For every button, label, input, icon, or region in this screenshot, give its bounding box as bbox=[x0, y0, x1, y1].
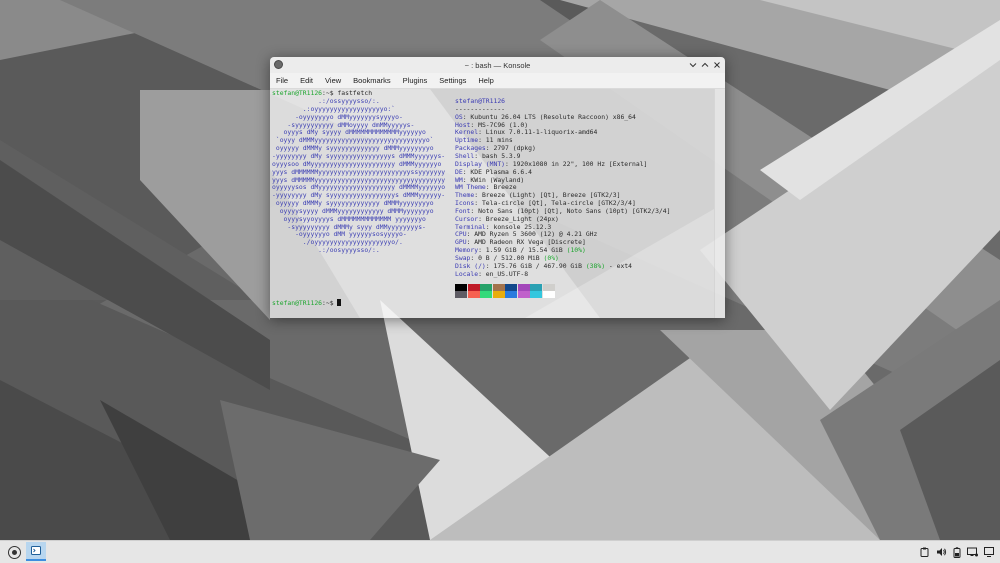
info-key: GPU bbox=[455, 238, 467, 247]
terminal-scrollbar[interactable] bbox=[714, 89, 725, 318]
info-key: Theme bbox=[455, 191, 475, 200]
info-key: Terminal bbox=[455, 222, 486, 231]
color-swatch bbox=[517, 291, 530, 298]
info-key: Font bbox=[455, 206, 471, 215]
color-swatch bbox=[455, 284, 467, 291]
prompt-user: stefan@TR1126 bbox=[272, 89, 323, 97]
info-key: Swap bbox=[455, 254, 471, 262]
close-icon[interactable] bbox=[711, 59, 723, 71]
info-key: Kernel bbox=[455, 128, 479, 137]
menu-bar: File Edit View Bookmarks Plugins Settings Help bbox=[270, 73, 725, 89]
text-cursor bbox=[337, 299, 342, 306]
color-swatch bbox=[467, 284, 480, 291]
info-value: 1920x1080 in 22", 100 Hz [External] bbox=[512, 159, 648, 168]
color-swatch bbox=[530, 291, 542, 298]
info-value: 0 B / 512.00 MiB bbox=[478, 254, 544, 262]
info-percent: (0%) bbox=[543, 254, 559, 262]
info-value: Linux 7.0.11-1-liquorix-amd64 bbox=[485, 128, 598, 137]
info-key: DE bbox=[455, 167, 463, 176]
menu-file[interactable]: File bbox=[270, 76, 294, 85]
prompt-path: :~$ bbox=[322, 299, 338, 307]
color-swatch bbox=[480, 291, 492, 298]
terminal-view[interactable]: stefan@TR1126:~$ fastfetch .:/ossyyyysso… bbox=[270, 89, 714, 318]
info-value: Breeze bbox=[493, 183, 517, 192]
menu-edit[interactable]: Edit bbox=[294, 76, 319, 85]
clipboard-icon[interactable] bbox=[918, 546, 930, 558]
konsole-window[interactable]: ~ : bash — Konsole File Edit View Bookmarks… bbox=[270, 57, 725, 318]
menu-bookmarks[interactable]: Bookmarks bbox=[347, 76, 397, 85]
info-key: Memory bbox=[455, 246, 479, 255]
color-swatch bbox=[492, 284, 505, 291]
color-swatch bbox=[455, 291, 467, 298]
info-key: Cursor bbox=[455, 214, 479, 223]
info-percent: (38%) bbox=[585, 261, 606, 270]
info-value: 11 mins bbox=[485, 136, 513, 145]
info-key: Packages bbox=[455, 144, 486, 153]
info-value: 175.76 GiB / 467.90 GiB bbox=[493, 261, 586, 270]
info-key: Disk (/) bbox=[455, 261, 486, 270]
show-desktop-icon[interactable] bbox=[983, 546, 995, 558]
color-swatch bbox=[505, 291, 517, 298]
menu-view[interactable]: View bbox=[319, 76, 347, 85]
menu-help[interactable]: Help bbox=[472, 76, 499, 85]
info-key: Display (MNT) bbox=[455, 159, 506, 168]
info-value: MS-7C96 (1.0) bbox=[478, 120, 529, 129]
info-value: 2797 (dpkg) bbox=[493, 144, 536, 153]
window-title: ~ : bash — Konsole bbox=[464, 61, 531, 70]
color-swatch bbox=[480, 284, 492, 291]
info-value: Noto Sans (10pt) [Qt], Noto Sans (10pt) … bbox=[478, 206, 671, 215]
info-key: OS bbox=[455, 112, 463, 121]
maximize-icon[interactable] bbox=[699, 59, 711, 71]
prompt-user: stefan@TR1126 bbox=[272, 299, 323, 307]
konsole-task-icon[interactable] bbox=[26, 542, 46, 561]
menu-settings[interactable]: Settings bbox=[433, 76, 472, 85]
app-launcher-icon[interactable] bbox=[8, 546, 21, 559]
info-percent: (10%) bbox=[566, 246, 586, 255]
color-swatch bbox=[542, 284, 555, 291]
volume-icon[interactable] bbox=[935, 546, 947, 558]
info-value: Kubuntu 26.04 LTS (Resolute Raccoon) x86… bbox=[470, 112, 636, 121]
info-value: KWin (Wayland) bbox=[470, 175, 525, 184]
ascii-line: .:/oosyyyysso/:. bbox=[272, 246, 380, 255]
color-swatch bbox=[530, 284, 542, 291]
info-value: stefan@TR1126 bbox=[455, 97, 506, 105]
network-icon[interactable] bbox=[966, 546, 978, 558]
info-key: WM bbox=[455, 175, 463, 184]
info-value: Breeze (Light) [Qt], Breeze [GTK2/3] bbox=[481, 191, 621, 200]
info-value: 1.59 GiB / 15.54 GiB bbox=[485, 246, 567, 255]
taskbar bbox=[0, 540, 1000, 563]
current-prompt-line[interactable]: stefan@TR1126:~$ bbox=[272, 299, 342, 308]
info-value: bash 5.3.9 bbox=[481, 151, 521, 160]
info-value: konsole 25.12.3 bbox=[493, 222, 552, 231]
info-key: Host bbox=[455, 120, 471, 129]
color-swatch bbox=[505, 284, 517, 291]
window-titlebar[interactable]: ~ : bash — Konsole bbox=[270, 57, 725, 73]
command-text: fastfetch bbox=[337, 89, 373, 97]
info-value: AMD Radeon RX Vega [Discrete] bbox=[474, 238, 586, 247]
info-value: Tela-circle [Qt], Tela-circle [GTK2/3/4] bbox=[481, 199, 636, 208]
color-swatch bbox=[492, 291, 505, 298]
info-value: en_US.UTF-8 bbox=[485, 269, 529, 278]
info-value: ------------- bbox=[455, 104, 506, 113]
color-swatch bbox=[542, 291, 555, 298]
info-key: Locale bbox=[455, 269, 479, 278]
info-key: Icons bbox=[455, 199, 475, 208]
info-tail: - ext4 bbox=[605, 261, 633, 270]
info-row: Locale: en_US.UTF-8 bbox=[455, 269, 529, 278]
menu-plugins[interactable]: Plugins bbox=[397, 76, 434, 85]
battery-icon[interactable] bbox=[951, 546, 963, 558]
color-swatch bbox=[517, 284, 530, 291]
chevron-down-icon[interactable] bbox=[687, 59, 699, 71]
info-key: Uptime bbox=[455, 136, 479, 145]
info-key: CPU bbox=[455, 230, 467, 239]
info-value: KDE Plasma 6.6.4 bbox=[470, 167, 532, 176]
info-key: Shell bbox=[455, 151, 475, 160]
info-key: WM Theme bbox=[455, 183, 486, 192]
color-swatch bbox=[467, 291, 480, 298]
prompt-path: :~$ bbox=[322, 89, 338, 97]
info-value: AMD Ryzen 5 3600 (12) @ 4.21 GHz bbox=[474, 230, 598, 239]
info-value: Breeze_Light (24px) bbox=[485, 214, 559, 223]
